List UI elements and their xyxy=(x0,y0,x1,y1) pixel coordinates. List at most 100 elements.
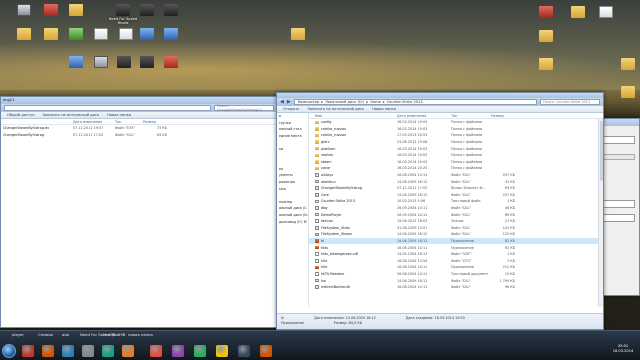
file-row[interactable]: favicon 19.06.2012 18:03 Значок 21 КБ xyxy=(309,218,603,225)
file-row[interactable]: platform 16.03.2014 19:03 Папка с файлами xyxy=(309,145,603,152)
desk-icons_row2-6[interactable] xyxy=(155,28,187,41)
nav-item[interactable] xyxy=(277,139,308,146)
nav-item[interactable]: пьютер xyxy=(277,199,308,206)
search-input[interactable]: Поиск: Counter-Strike 2013 xyxy=(540,99,600,105)
desk-icons_right-2[interactable] xyxy=(590,6,622,19)
file-row[interactable]: FileSystem_Stdio 31.08.2009 13:57 Файл "DL… xyxy=(309,225,603,232)
taskbar-app-icon[interactable] xyxy=(42,345,54,357)
taskbar-app-icon[interactable] xyxy=(62,345,74,357)
scrollbar[interactable] xyxy=(598,119,603,307)
nav-item[interactable]: ражения xyxy=(277,179,308,186)
nav-item[interactable] xyxy=(277,232,308,239)
taskbar-app-icon[interactable] xyxy=(216,345,228,357)
nav-item[interactable]: альный диск (D: xyxy=(277,212,308,219)
column-date[interactable]: Дата изменения xyxy=(397,114,451,118)
file-row[interactable]: cstrike_russian 16.03.2014 19:03 Папка с ф… xyxy=(309,126,603,133)
taskbar-app-icon[interactable] xyxy=(238,345,250,357)
desk-icons_top-2[interactable] xyxy=(60,4,92,17)
open-button[interactable]: Открыть xyxy=(283,107,299,111)
file-row[interactable]: akenbun 14.06.2009 18:12 Файл "DLL" 41 КБ xyxy=(309,178,603,185)
column-size[interactable]: Размер xyxy=(491,114,521,118)
nav-item[interactable]: едние места xyxy=(277,133,308,140)
nav-item[interactable]: грузки xyxy=(277,120,308,127)
file-row[interactable]: ChangerSteamByOstrog 07.12.2011 17:02 Ярлы… xyxy=(309,185,603,192)
back-button[interactable]: ◀ xyxy=(280,99,284,105)
taskbar-app-icon[interactable] xyxy=(102,345,114,357)
start-button[interactable] xyxy=(2,344,16,358)
breadcrumb-counter-strike[interactable]: Counter-Strike 2013 xyxy=(387,100,423,104)
file-row[interactable]: hlds 16.08.2004 14:11 Приложение 92 КБ xyxy=(309,244,603,251)
file-row[interactable]: IndirectBacker.dll 16.08.2004 14:11 Файл "… xyxy=(309,284,603,291)
file-row[interactable]: reslists 16.03.2014 19:03 Папка с файлами xyxy=(309,152,603,159)
file-row[interactable]: hw 14.06.2009 18:12 Файл "DLL" 1 799 КБ xyxy=(309,277,603,284)
desk-icons_right-3[interactable] xyxy=(282,28,314,41)
desk-icons_row3-4[interactable] xyxy=(155,56,187,69)
nav-item[interactable]: альный диск (C xyxy=(277,205,308,212)
file-row[interactable]: DemoPlayer 26.09.2004 14:12 Файл "DLL" 89 К… xyxy=(309,211,603,218)
nav-item[interactable] xyxy=(277,225,308,232)
file-row[interactable]: hltv 16.08.2004 14:11 Приложение 212 КБ xyxy=(309,264,603,271)
share-button[interactable]: Общий доступ xyxy=(7,113,34,117)
file-row[interactable]: FileSystem_Steam 14.06.2009 18:12 Файл "DL… xyxy=(309,231,603,238)
nav-item[interactable]: ыка xyxy=(277,186,308,193)
file-row[interactable]: Counter-Strike 2013 10.03.2013 5:06 Тексто… xyxy=(309,198,603,205)
file-row[interactable]: steam 16.03.2014 19:03 Папка с файлами xyxy=(309,159,603,166)
taskbar-app-icon[interactable] xyxy=(122,345,134,357)
file-row[interactable]: ChangerSteamByOstrog.ex 07.12.2011 19:57 Ф… xyxy=(1,125,277,132)
forward-button[interactable]: ▶ xyxy=(287,99,291,105)
file-row[interactable]: ChangerSteamByOstrog 07.12.2011 17:02 Файл… xyxy=(1,132,277,139)
taskbar-app-icon[interactable] xyxy=(150,345,162,357)
column-type[interactable]: Тип xyxy=(115,120,143,124)
window-titlebar[interactable]: eng11 xyxy=(1,97,277,104)
taskbar-app-icon[interactable] xyxy=(22,345,34,357)
column-name[interactable]: Имя xyxy=(309,114,397,118)
file-row[interactable]: HLTV-Readme 26.08.2004 14:11 Текстовый док… xyxy=(309,271,603,278)
nav-item[interactable] xyxy=(277,192,308,199)
file-row[interactable]: hl 14.06.2009 18:12 Приложение 82 КБ xyxy=(309,237,603,245)
nav-item[interactable]: ки xyxy=(277,146,308,153)
file-row[interactable]: hlds_steamgames.vdf 14.05.2004 18:12 Файл … xyxy=(309,251,603,258)
new-folder-button[interactable]: Новая папка xyxy=(107,113,131,117)
taskbar-label[interactable]: player xyxy=(12,332,24,337)
nav-item[interactable]: ументы xyxy=(277,172,308,179)
desk-icons_right-7[interactable] xyxy=(612,86,640,99)
taskbar-app-icon[interactable] xyxy=(172,345,184,357)
burn-button[interactable]: Записать на оптический диск xyxy=(42,113,99,117)
file-row[interactable]: gldrv 23.08.2013 19:08 Папка с файлами xyxy=(309,139,603,146)
new-folder-button[interactable]: Новая папка xyxy=(372,107,396,111)
nav-item[interactable]: е xyxy=(277,113,308,120)
taskbar-app-icon[interactable] xyxy=(194,345,206,357)
taskbar-app-icon[interactable] xyxy=(260,345,272,357)
breadcrumb-computer[interactable]: Компьютер xyxy=(298,100,320,104)
taskbar-app-icon[interactable] xyxy=(82,345,94,357)
taskbar-label[interactable]: ааа xyxy=(62,332,69,337)
clock[interactable]: 20:01 16.03.2014 xyxy=(610,344,636,354)
file-row[interactable]: a2dayc 16.08.2004 14:13 Файл "DLL" 207 КБ xyxy=(309,172,603,179)
breadcrumb-drive-d[interactable]: Локальный диск (D:) xyxy=(325,100,364,104)
file-row[interactable]: hltv 16.08.2004 13:54 Файл "CFG" 1 КБ xyxy=(309,257,603,264)
file-row[interactable]: Core 14.06.2009 18:12 Файл "DLL" 257 КБ xyxy=(309,192,603,199)
column-size[interactable]: Размер xyxy=(143,120,167,124)
column-type[interactable]: Тип xyxy=(451,114,491,118)
desk-icons_right-5[interactable] xyxy=(530,58,562,71)
desk-icons_right-0[interactable] xyxy=(530,6,562,19)
breadcrumb[interactable]: Компьютер ▸ Локальный диск (D:) ▸ Game ▸… xyxy=(293,99,537,105)
burn-button[interactable]: Записать на оптический диск xyxy=(307,107,364,111)
file-row[interactable]: valve 16.03.2014 20:20 Папка с файлами xyxy=(309,165,603,172)
nav-item[interactable]: дисковод (F:) М xyxy=(277,219,308,226)
breadcrumb-game[interactable]: Game xyxy=(370,100,381,104)
taskbar-label[interactable]: Снимок xyxy=(38,332,53,337)
file-row[interactable]: config 16.03.2014 19:03 Папка с файлами xyxy=(309,119,603,126)
search-input[interactable]: Поиск: ChangerSteamByOstrog11 xyxy=(214,104,274,112)
column-date[interactable]: Дата изменения xyxy=(73,120,115,124)
nav-item[interactable]: ео xyxy=(277,166,308,173)
file-row[interactable]: cstrike_russian 17.03.2013 20:53 Папка с ф… xyxy=(309,132,603,139)
taskbar-label[interactable]: UseQ6469B xyxy=(103,332,125,337)
address-input[interactable] xyxy=(4,105,211,111)
nav-item[interactable] xyxy=(277,153,308,160)
desk-icons_right-4[interactable] xyxy=(530,30,562,43)
taskbar-label[interactable]: новая папка xyxy=(128,332,153,337)
nav-item[interactable] xyxy=(277,159,308,166)
file-row[interactable]: dbg 26.09.2004 14:11 Файл "DLL" 46 КБ xyxy=(309,205,603,212)
desk-icons_right-6[interactable] xyxy=(612,58,640,71)
